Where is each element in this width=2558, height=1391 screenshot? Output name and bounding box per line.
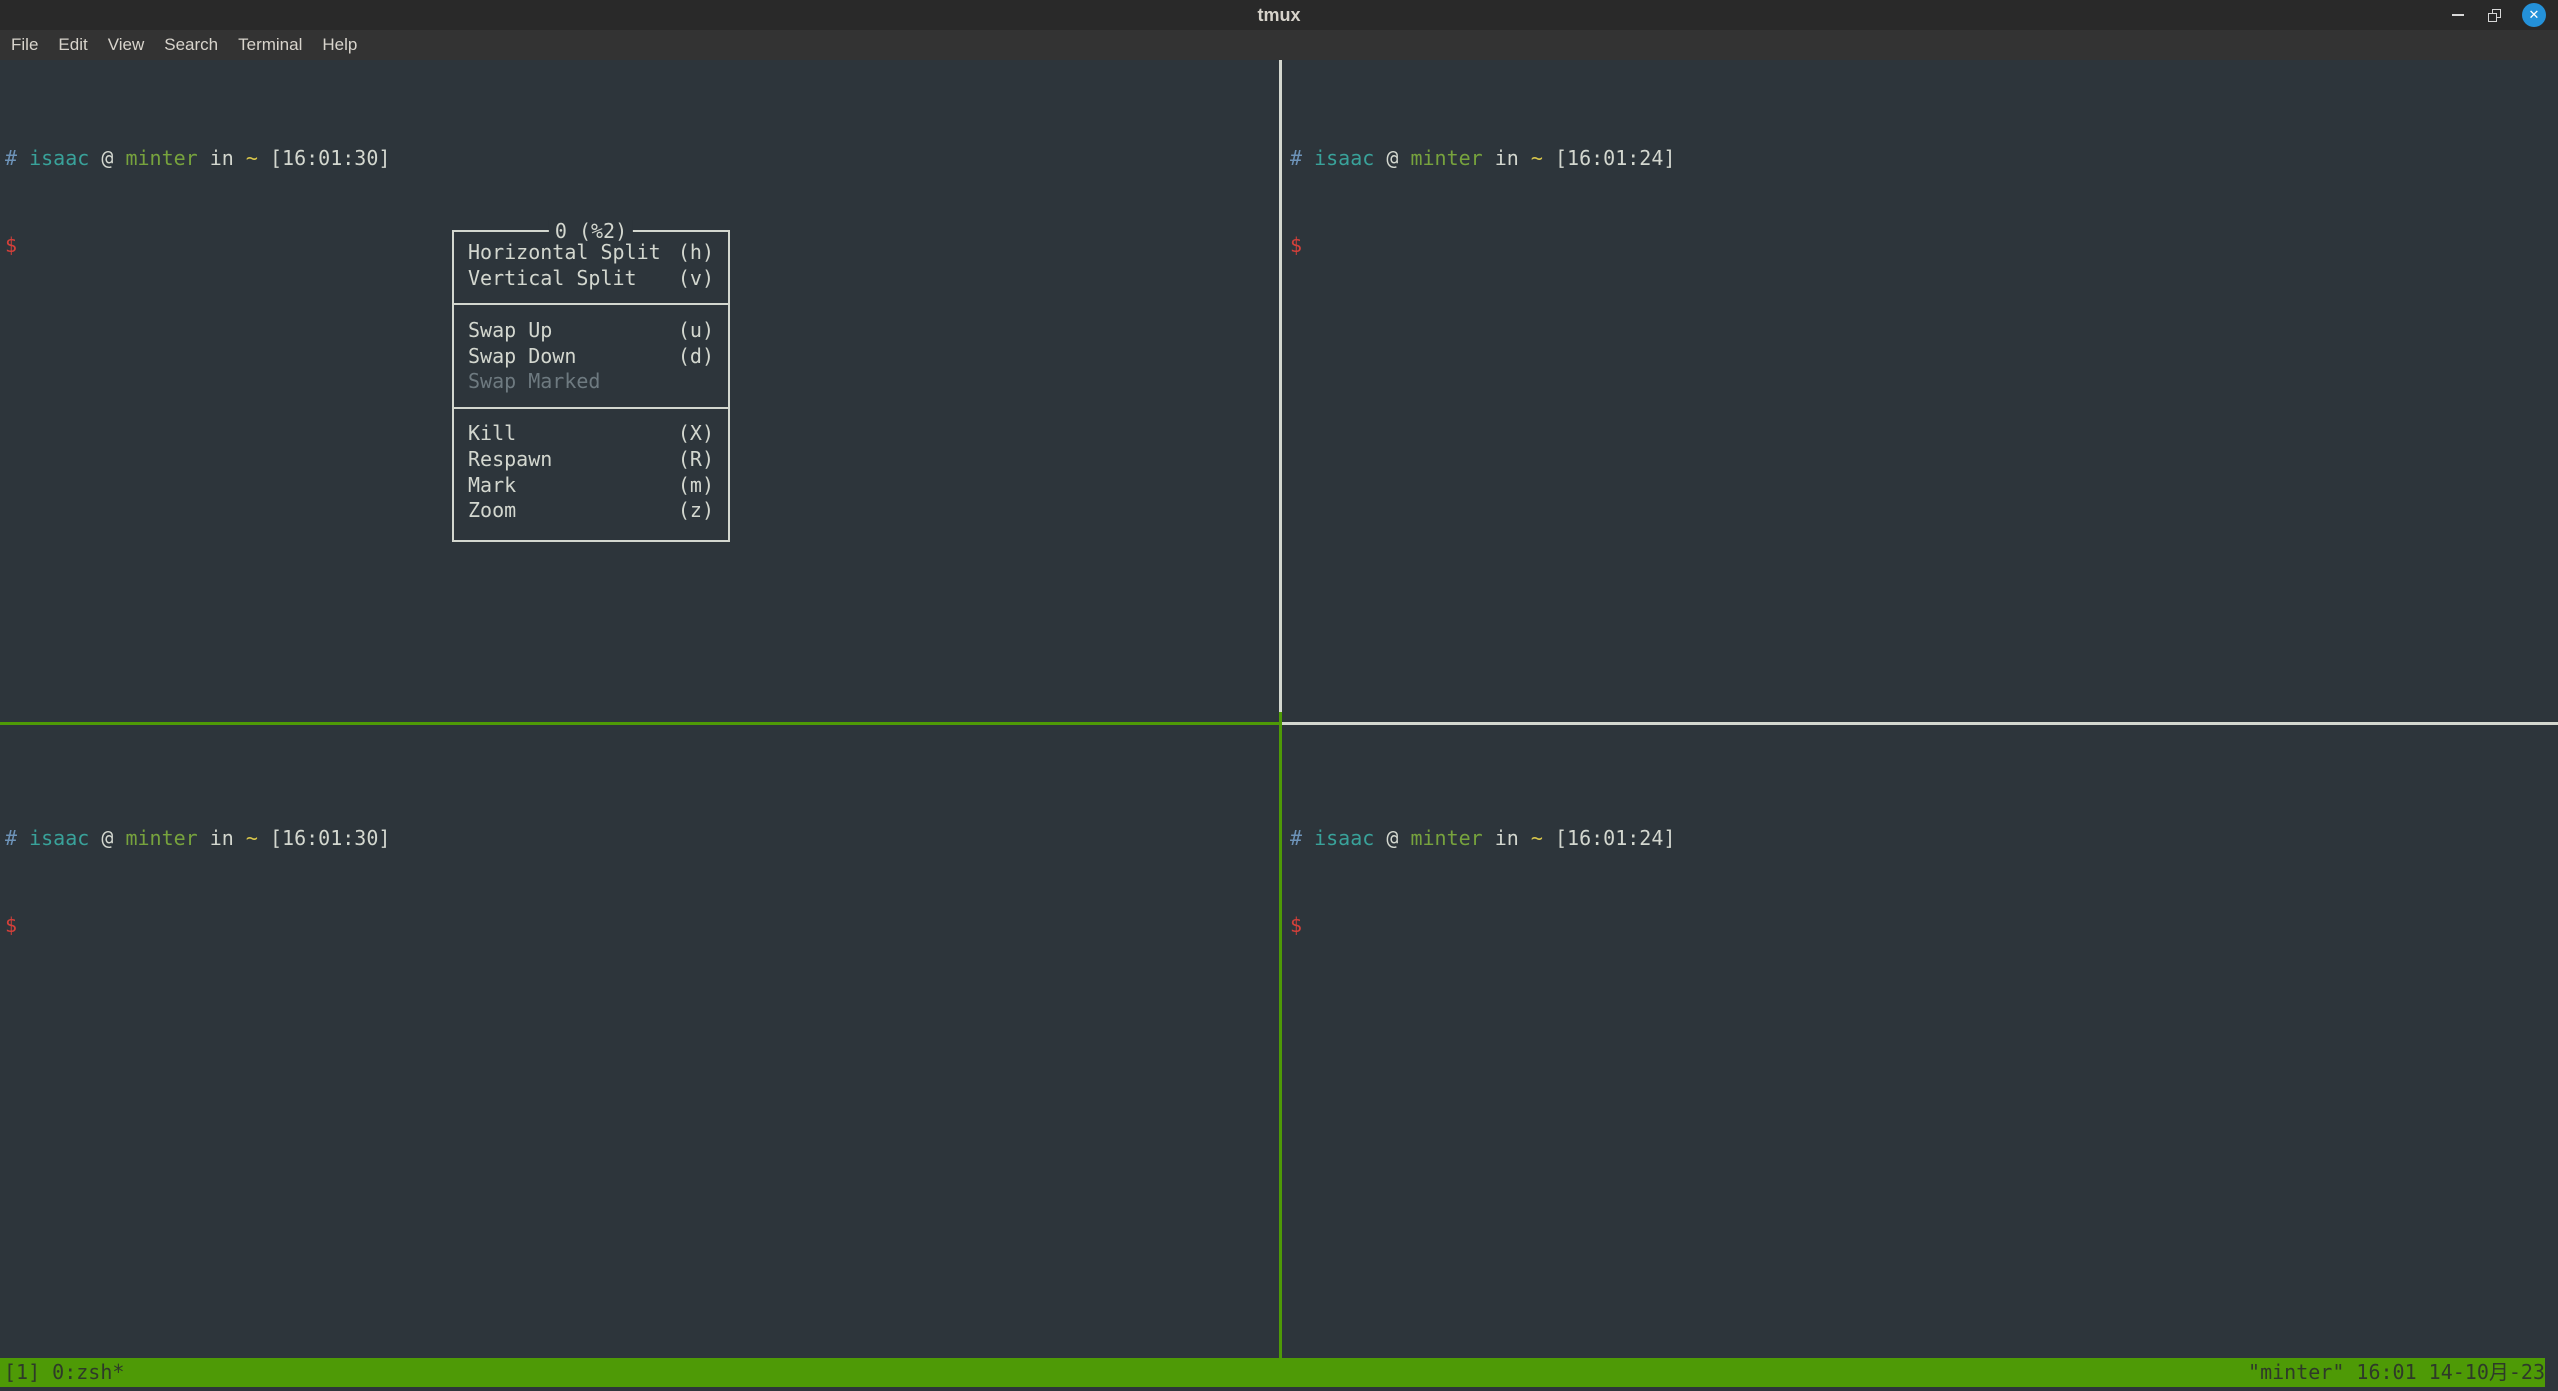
menu-item-swap-down[interactable]: Swap Down (d): [454, 343, 728, 369]
prompt-in: in: [1495, 826, 1519, 850]
menu-item-key: (d): [678, 342, 714, 371]
titlebar: tmux ✕: [0, 0, 2558, 30]
pane-bottom-right[interactable]: # isaac @ minter in ~ [16:01:24] $: [1290, 766, 1675, 998]
menu-item-swap-marked: Swap Marked: [454, 369, 728, 395]
prompt-time: [16:01:24]: [1555, 826, 1675, 850]
prompt-dollar: $: [1290, 233, 1302, 257]
context-menu-title: 0 (%2): [549, 220, 633, 242]
restore-icon: [2488, 9, 2501, 22]
pane-top-right[interactable]: # isaac @ minter in ~ [16:01:24] $: [1290, 86, 1675, 318]
menu-item-key: (R): [678, 445, 714, 474]
minimize-button[interactable]: [2450, 7, 2466, 23]
prompt-hash: #: [1290, 826, 1302, 850]
prompt-at: @: [1386, 826, 1398, 850]
pane-context-menu: 0 (%2) Horizontal Split (h) Vertical Spl…: [452, 230, 730, 542]
prompt-time: [16:01:24]: [1555, 146, 1675, 170]
shell-prompt: # isaac @ minter in ~ [16:01:24]: [1290, 824, 1675, 853]
prompt-hash: #: [5, 826, 17, 850]
pane-divider-horizontal-active[interactable]: [0, 722, 1279, 725]
shell-prompt-line2: $: [5, 231, 390, 260]
menu-item-label: Swap Marked: [468, 367, 600, 396]
menu-item-horizontal-split[interactable]: Horizontal Split (h): [454, 240, 728, 266]
menubar-item-terminal[interactable]: Terminal: [236, 35, 304, 55]
tmux-status-bar: [1] 0:zsh* "minter" 16:01 14-10月-23: [0, 1358, 2545, 1387]
shell-prompt-line2: $: [1290, 231, 1675, 260]
menubar-item-edit[interactable]: Edit: [56, 35, 89, 55]
menu-item-key: (m): [678, 471, 714, 500]
shell-prompt: # isaac @ minter in ~ [16:01:24]: [1290, 144, 1675, 173]
prompt-in: in: [210, 146, 234, 170]
prompt-at: @: [101, 146, 113, 170]
shell-prompt-line2: $: [5, 911, 390, 940]
menu-item-key: (z): [678, 496, 714, 525]
menu-item-label: Respawn: [468, 445, 552, 474]
prompt-user: isaac: [29, 146, 89, 170]
menu-item-mark[interactable]: Mark (m): [454, 472, 728, 498]
pane-divider-vertical-inactive[interactable]: [1279, 60, 1282, 712]
menu-item-label: Swap Up: [468, 316, 552, 345]
prompt-host: minter: [125, 146, 197, 170]
menubar: File Edit View Search Terminal Help: [0, 30, 2558, 60]
pane-divider-horizontal-inactive[interactable]: [1282, 722, 2558, 725]
menu-item-label: Zoom: [468, 496, 516, 525]
menu-item-key: (h): [678, 238, 714, 267]
menu-item-zoom[interactable]: Zoom (z): [454, 498, 728, 524]
prompt-dollar: $: [5, 913, 17, 937]
menu-item-respawn[interactable]: Respawn (R): [454, 446, 728, 472]
prompt-in: in: [1495, 146, 1519, 170]
menu-item-key: (X): [678, 419, 714, 448]
menu-item-swap-up[interactable]: Swap Up (u): [454, 317, 728, 343]
pane-bottom-left[interactable]: # isaac @ minter in ~ [16:01:30] $: [5, 766, 390, 998]
menubar-item-search[interactable]: Search: [162, 35, 220, 55]
prompt-dollar: $: [5, 233, 17, 257]
prompt-user: isaac: [1314, 826, 1374, 850]
prompt-time: [16:01:30]: [270, 146, 390, 170]
close-button[interactable]: ✕: [2522, 3, 2546, 27]
prompt-path: ~: [246, 826, 258, 850]
shell-prompt: # isaac @ minter in ~ [16:01:30]: [5, 824, 390, 853]
prompt-path: ~: [1531, 826, 1543, 850]
prompt-in: in: [210, 826, 234, 850]
pane-divider-vertical-active[interactable]: [1279, 712, 1282, 1358]
menu-separator: [454, 395, 728, 421]
pane-top-left[interactable]: # isaac @ minter in ~ [16:01:30] $: [5, 86, 390, 318]
prompt-path: ~: [1531, 146, 1543, 170]
menu-item-kill[interactable]: Kill (X): [454, 421, 728, 447]
prompt-at: @: [101, 826, 113, 850]
menubar-item-file[interactable]: File: [9, 35, 40, 55]
prompt-hash: #: [1290, 146, 1302, 170]
status-window-list[interactable]: [1] 0:zsh*: [0, 1358, 124, 1387]
prompt-host: minter: [1410, 826, 1482, 850]
menubar-item-help[interactable]: Help: [320, 35, 359, 55]
tmux-window: tmux ✕ File Edit View Search Terminal He…: [0, 0, 2558, 1391]
prompt-hash: #: [5, 146, 17, 170]
window-title: tmux: [1257, 5, 1300, 26]
shell-prompt-line2: $: [1290, 911, 1675, 940]
menu-item-key: (u): [678, 316, 714, 345]
shell-prompt: # isaac @ minter in ~ [16:01:30]: [5, 144, 390, 173]
menu-item-label: Mark: [468, 471, 516, 500]
menu-item-vertical-split[interactable]: Vertical Split (v): [454, 266, 728, 292]
menu-item-label: Swap Down: [468, 342, 576, 371]
prompt-dollar: $: [1290, 913, 1302, 937]
terminal-area: # isaac @ minter in ~ [16:01:30] $ # isa…: [0, 60, 2558, 1391]
window-controls: ✕: [2450, 0, 2546, 30]
menu-item-label: Vertical Split: [468, 264, 637, 293]
menu-item-key: (v): [678, 264, 714, 293]
prompt-at: @: [1386, 146, 1398, 170]
menu-separator: [454, 292, 728, 318]
status-session-info: "minter" 16:01 14-10月-23: [2248, 1358, 2545, 1387]
prompt-user: isaac: [1314, 146, 1374, 170]
prompt-host: minter: [125, 826, 197, 850]
prompt-user: isaac: [29, 826, 89, 850]
maximize-button[interactable]: [2486, 7, 2502, 23]
close-icon: ✕: [2529, 8, 2540, 23]
menubar-item-view[interactable]: View: [106, 35, 147, 55]
menu-item-label: Kill: [468, 419, 516, 448]
prompt-host: minter: [1410, 146, 1482, 170]
prompt-time: [16:01:30]: [270, 826, 390, 850]
prompt-path: ~: [246, 146, 258, 170]
minimize-icon: [2452, 14, 2464, 16]
